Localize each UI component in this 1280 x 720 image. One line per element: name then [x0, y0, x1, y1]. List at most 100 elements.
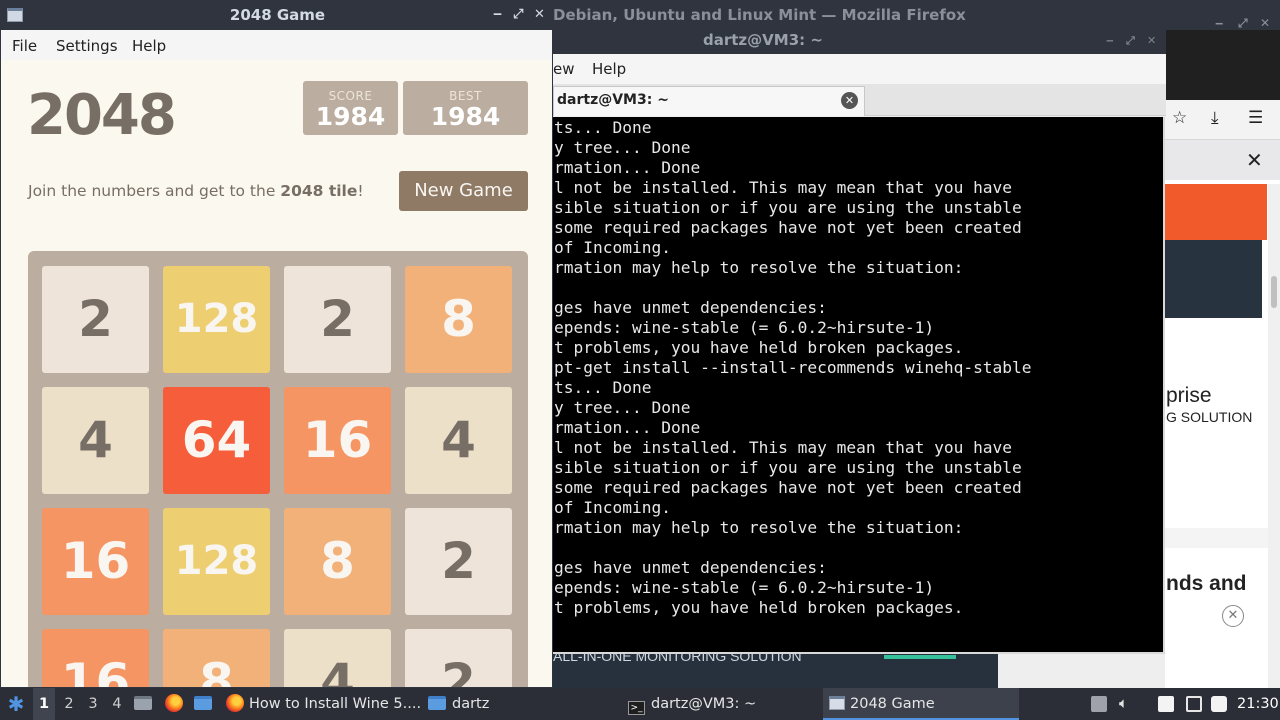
intro-suffix: !: [357, 182, 364, 200]
menu-settings[interactable]: Settings: [56, 37, 118, 55]
clipboard-icon[interactable]: [1158, 696, 1174, 712]
maximize-icon[interactable]: ⤢: [513, 7, 523, 22]
tile: 2: [284, 266, 391, 373]
firefox-window-title: Debian, Ubuntu and Linux Mint — Mozilla …: [553, 6, 966, 24]
show-desktop-button[interactable]: [194, 688, 218, 720]
terminal-line: sible situation or if you are using the …: [554, 198, 1022, 217]
terminal-line: l not be installed. This may mean that y…: [554, 438, 1013, 457]
clock[interactable]: 21:30: [1237, 688, 1279, 720]
tile: 16: [284, 387, 391, 494]
maximize-icon[interactable]: ⤢: [1126, 34, 1135, 48]
page-banner: [1165, 184, 1267, 240]
task-firefox[interactable]: How to Install Wine 5....: [222, 688, 421, 720]
task-files[interactable]: dartz: [424, 688, 614, 720]
tile: 4: [42, 387, 149, 494]
taskbar: ✱ 1 2 3 4 How to Install Wine 5.... dart…: [0, 688, 1280, 720]
terminal-line: t problems, you have held broken package…: [554, 598, 964, 617]
close-icon[interactable]: ✕: [1246, 148, 1263, 172]
tile: 16: [42, 629, 149, 687]
close-icon[interactable]: ✕: [1147, 34, 1156, 47]
terminal-line: some required packages have not yet been…: [554, 218, 1022, 237]
window-app-icon: [829, 696, 845, 710]
terminal-tab-label: dartz@VM3: ~: [557, 92, 669, 108]
terminal-line: rmation... Done: [554, 418, 701, 437]
tile: 2: [42, 266, 149, 373]
intro-goal: 2048 tile: [280, 182, 358, 200]
terminal-line: pt-get install --install-recommends wine…: [554, 358, 1032, 377]
workspace-1[interactable]: 1: [33, 688, 55, 720]
tile: 2: [405, 508, 512, 615]
terminal-menubar: ew Help: [553, 54, 1166, 84]
terminal-tab[interactable]: dartz@VM3: ~ ✕: [553, 86, 865, 116]
desktop-icon: [194, 696, 212, 710]
firefox-launcher[interactable]: [165, 688, 183, 720]
score-value: 1984: [315, 102, 386, 131]
game-menubar: File Settings Help: [1, 30, 552, 60]
workspace-2[interactable]: 2: [58, 688, 80, 720]
best-value: 1984: [430, 102, 501, 131]
page-banner-dark: [1165, 240, 1262, 318]
tile: 128: [163, 508, 270, 615]
minimize-icon[interactable]: ‒: [1215, 8, 1223, 30]
terminal-line: ts... Done: [554, 378, 652, 397]
start-menu-button[interactable]: ✱: [0, 688, 32, 720]
page-scrollbar[interactable]: [1268, 184, 1280, 688]
maximize-icon[interactable]: ⤢: [1238, 8, 1248, 30]
task-game-label: 2048 Game: [850, 696, 935, 712]
workspace-4[interactable]: 4: [106, 688, 128, 720]
menu-help[interactable]: Help: [132, 37, 166, 55]
tile: 4: [405, 387, 512, 494]
terminal-line: of Incoming.: [554, 498, 671, 517]
tile: 8: [284, 508, 391, 615]
minimize-icon[interactable]: ‒: [1106, 34, 1114, 47]
firefox-titlebar: Debian, Ubuntu and Linux Mint — Mozilla …: [553, 0, 1280, 30]
game-window-title: 2048 Game: [229, 6, 326, 24]
minimize-icon[interactable]: ‒: [493, 7, 502, 22]
file-manager-launcher[interactable]: [134, 688, 158, 720]
terminal-line: some required packages have not yet been…: [554, 478, 1022, 497]
firefox-icon: [226, 694, 244, 712]
terminal-line: rmation may help to resolve the situatio…: [554, 258, 964, 277]
updates-icon[interactable]: [1211, 696, 1227, 712]
folder-icon: [134, 696, 152, 710]
tile: 64: [163, 387, 270, 494]
tray-arrow-icon[interactable]: [1091, 696, 1107, 712]
terminal-line: rmation... Done: [554, 158, 701, 177]
task-2048-game[interactable]: 2048 Game: [823, 688, 1019, 720]
terminal-output[interactable]: ts... Done y tree... Done rmation... Done l…: [553, 117, 1165, 654]
page-bottom-banner-accent: [884, 655, 956, 659]
terminal-titlebar: dartz@VM3: ~ ‒ ⤢ ✕: [553, 30, 1166, 54]
game-board[interactable]: 2 128 2 8 4 64 16 4 16 128 8 2 16 8 4 2: [28, 251, 528, 687]
download-icon[interactable]: ⤓: [1211, 108, 1219, 128]
tile: 128: [163, 266, 270, 373]
menu-file[interactable]: File: [12, 37, 37, 55]
new-game-button[interactable]: New Game: [399, 171, 528, 211]
close-icon[interactable]: ✕: [1260, 8, 1270, 30]
menu-view[interactable]: ew: [553, 60, 575, 78]
network-icon[interactable]: [1186, 696, 1202, 712]
workspace-3[interactable]: 3: [82, 688, 104, 720]
star-icon[interactable]: ☆: [1172, 108, 1187, 128]
game-titlebar: 2048 Game ‒ ⤢ ✕: [1, 1, 552, 30]
best-box: BEST 1984: [403, 81, 528, 135]
menu-icon[interactable]: ☰: [1248, 108, 1263, 128]
page-heading: prise: [1166, 384, 1212, 407]
menu-help[interactable]: Help: [592, 60, 626, 78]
volume-icon[interactable]: 🔈︎: [1119, 695, 1135, 711]
page-scrollbar-thumb[interactable]: [1271, 276, 1277, 308]
task-terminal[interactable]: >_ dartz@VM3: ~: [624, 688, 814, 720]
terminal-line: t problems, you have held broken package…: [554, 338, 964, 357]
close-icon[interactable]: ✕: [534, 7, 545, 22]
ad-close-icon[interactable]: ✕: [1222, 605, 1244, 627]
score-label: SCORE: [328, 89, 373, 103]
tile: 8: [163, 629, 270, 687]
terminal-line: y tree... Done: [554, 138, 691, 157]
task-terminal-label: dartz@VM3: ~: [651, 696, 757, 712]
close-tab-icon[interactable]: ✕: [841, 92, 858, 109]
task-firefox-label: How to Install Wine 5....: [249, 696, 422, 712]
page-subheading: G SOLUTION: [1166, 409, 1253, 425]
terminal-line: y tree... Done: [554, 398, 691, 417]
tile: 8: [405, 266, 512, 373]
page-divider: [1165, 528, 1268, 548]
task-files-label: dartz: [452, 696, 490, 712]
